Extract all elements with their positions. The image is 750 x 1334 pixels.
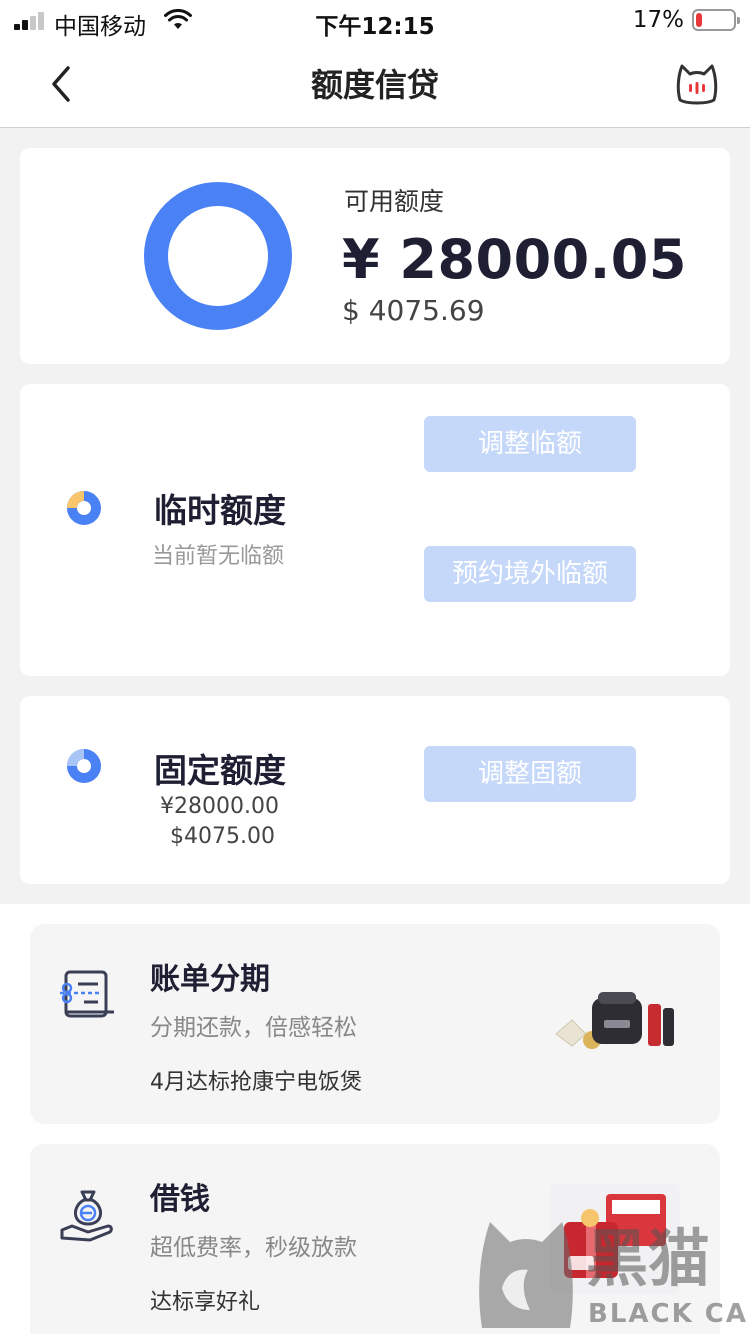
rice-cooker-image [555, 992, 674, 1049]
bill-installment-subtitle: 分期还款，倍感轻松 [150, 1015, 357, 1041]
fixed-credit-title: 固定额度 [154, 751, 286, 790]
available-credit-cny: ¥ 28000.05 [342, 228, 687, 291]
temporary-credit-donut-icon [67, 491, 101, 525]
fixed-credit-cny: ¥28000.00 [160, 794, 279, 819]
fixed-credit-usd: $4075.00 [170, 824, 275, 849]
temporary-credit-title: 临时额度 [154, 491, 286, 530]
battery-icon [692, 9, 740, 31]
adjust-fixed-credit-button[interactable]: 调整固额 [424, 746, 636, 802]
battery-level [696, 13, 702, 27]
bill-scissors-icon [60, 970, 114, 1018]
nav-bar: 额度信贷 [0, 40, 750, 128]
overseas-temporary-credit-button[interactable]: 预约境外临额 [424, 546, 636, 602]
borrow-money-subtitle: 超低费率，秒级放款 [150, 1235, 357, 1261]
battery-percent: 17% [632, 7, 684, 33]
borrow-money-note: 达标享好礼 [150, 1290, 261, 1315]
available-credit-card: 可用额度 ¥ 28000.05 $ 4075.69 [20, 148, 730, 364]
cat-service-icon[interactable] [674, 60, 720, 106]
svg-text:BLACK CAT: BLACK CAT [588, 1299, 746, 1329]
borrow-money-title: 借钱 [150, 1182, 210, 1217]
bill-installment-card[interactable]: 账单分期 分期还款，倍感轻松 4月达标抢康宁电饭煲 [30, 924, 720, 1124]
bill-installment-note: 4月达标抢康宁电饭煲 [150, 1070, 362, 1095]
available-credit-usd: $ 4075.69 [342, 294, 485, 327]
page-title: 额度信贷 [310, 66, 439, 104]
temporary-credit-card: 临时额度 当前暂无临额 调整临额 预约境外临额 [20, 384, 730, 676]
available-credit-ring [144, 182, 292, 330]
available-credit-label: 可用额度 [344, 187, 445, 216]
money-bag-hand-icon [60, 1190, 113, 1242]
fixed-credit-donut-icon [67, 749, 101, 783]
svg-text:黑猫: 黑猫 [586, 1222, 710, 1295]
adjust-temporary-credit-button[interactable]: 调整临额 [424, 416, 636, 472]
black-cat-watermark: 黑猫 BLACK CAT [479, 1222, 746, 1329]
bill-installment-title: 账单分期 [150, 962, 270, 997]
fixed-credit-card: 固定额度 ¥28000.00 $4075.00 调整固额 [20, 696, 730, 884]
temporary-credit-subtitle: 当前暂无临额 [152, 544, 285, 569]
services-section: 账单分期 分期还款，倍感轻松 4月达标抢康宁电饭煲 借钱 超低费率，秒级放款 达… [0, 904, 750, 1334]
status-bar: 中国移动 下午12:15 17% [0, 0, 750, 40]
